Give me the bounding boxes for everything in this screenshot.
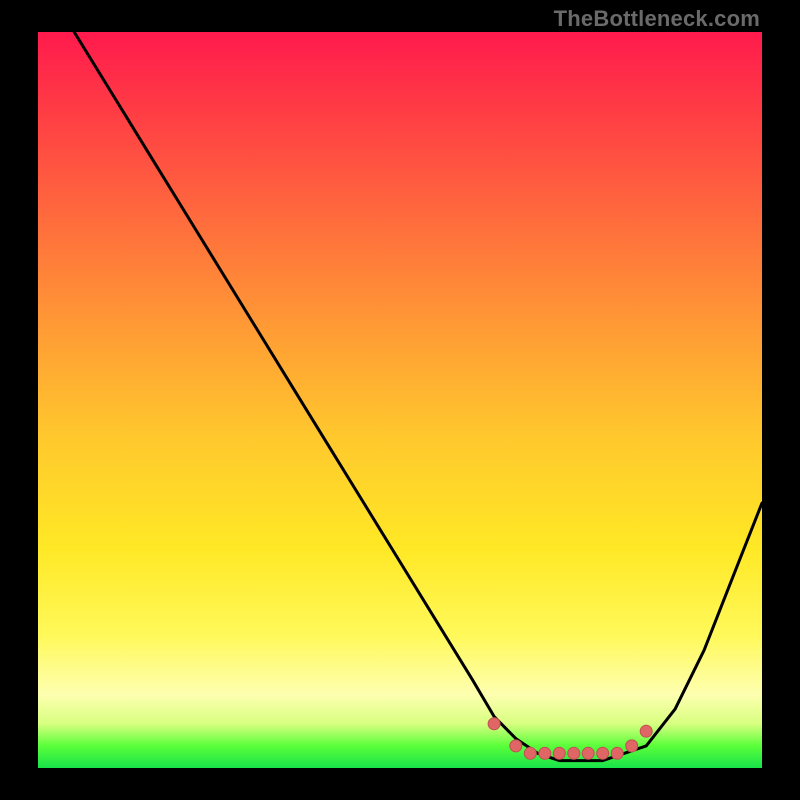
watermark-text: TheBottleneck.com xyxy=(554,6,760,32)
chart-frame: TheBottleneck.com xyxy=(0,0,800,800)
plot-gradient-area xyxy=(38,32,762,768)
